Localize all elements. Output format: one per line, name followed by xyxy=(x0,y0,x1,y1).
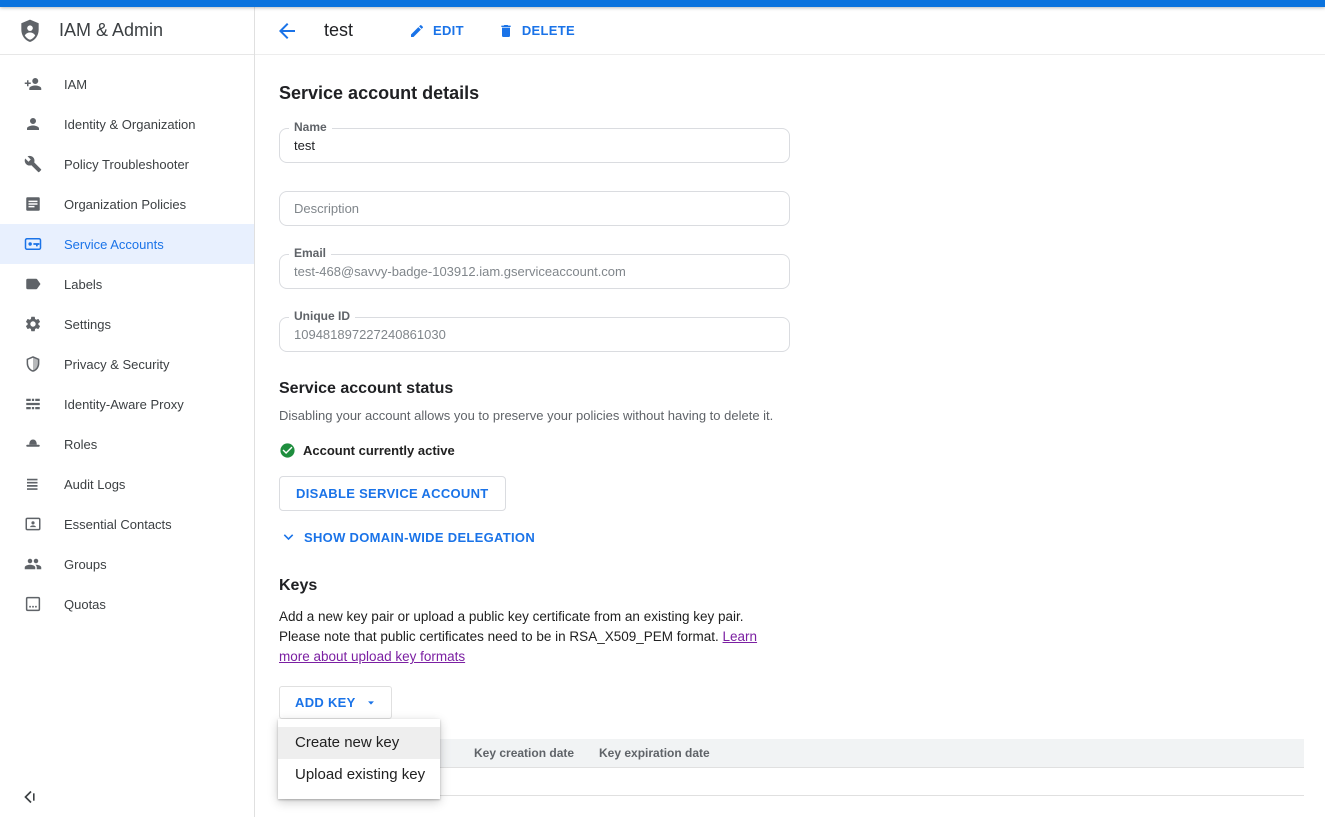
quota-box-icon xyxy=(24,595,42,613)
sidebar-item-label: Organization Policies xyxy=(64,197,186,212)
sidebar-item-groups[interactable]: Groups xyxy=(0,544,254,584)
layers-icon xyxy=(24,395,42,413)
sidebar-item-label: Settings xyxy=(64,317,111,332)
top-blue-bar xyxy=(0,0,1325,7)
shield-icon xyxy=(24,355,42,373)
sidebar-item-label: Groups xyxy=(64,557,107,572)
sidebar-item-label: Audit Logs xyxy=(64,477,125,492)
sidebar-item-service-accounts[interactable]: Service Accounts xyxy=(0,224,254,264)
description-input[interactable] xyxy=(280,201,789,216)
unique-id-input xyxy=(280,327,789,342)
menu-item-upload-existing-key[interactable]: Upload existing key xyxy=(278,759,440,791)
sidebar-item-labels[interactable]: Labels xyxy=(0,264,254,304)
sidebar-nav: IAM Identity & Organization Policy Troub… xyxy=(0,55,254,624)
name-field-label: Name xyxy=(289,120,332,134)
account-status-row: Account currently active xyxy=(279,442,1305,459)
label-tag-icon xyxy=(24,275,42,293)
sidebar-item-essential-contacts[interactable]: Essential Contacts xyxy=(0,504,254,544)
main-panel: test EDIT DELETE Service account details… xyxy=(255,7,1325,817)
sidebar-title: IAM & Admin xyxy=(59,20,163,41)
keys-description-text: Add a new key pair or upload a public ke… xyxy=(279,609,744,644)
sidebar-item-privacy-security[interactable]: Privacy & Security xyxy=(0,344,254,384)
sidebar-item-label: Labels xyxy=(64,277,102,292)
name-input[interactable] xyxy=(280,138,789,153)
sidebar-item-identity-organization[interactable]: Identity & Organization xyxy=(0,104,254,144)
key-creation-date-header: Key creation date xyxy=(474,746,599,760)
edit-button-label: EDIT xyxy=(433,23,464,38)
name-field: Name xyxy=(279,128,790,163)
list-lines-icon xyxy=(24,475,42,493)
page-content: Service account details Name Email Uniqu… xyxy=(255,55,1325,796)
menu-item-create-new-key[interactable]: Create new key xyxy=(278,727,440,759)
back-button[interactable] xyxy=(275,19,299,43)
keys-description: Add a new key pair or upload a public ke… xyxy=(279,607,776,667)
sidebar-item-label: Identity & Organization xyxy=(64,117,196,132)
hat-icon xyxy=(24,435,42,453)
sidebar: IAM & Admin IAM Identity & Organization … xyxy=(0,7,255,817)
email-input xyxy=(280,264,789,279)
add-key-button-label: ADD KEY xyxy=(295,695,356,710)
keys-heading: Keys xyxy=(279,577,1305,595)
sidebar-item-label: Privacy & Security xyxy=(64,357,169,372)
back-arrow-icon xyxy=(275,19,299,43)
add-key-dropdown-menu: Create new key Upload existing key xyxy=(278,719,440,799)
wrench-icon xyxy=(24,155,42,173)
pencil-icon xyxy=(409,23,425,39)
sidebar-item-quotas[interactable]: Quotas xyxy=(0,584,254,624)
trash-icon xyxy=(498,23,514,39)
iam-admin-shield-logo-icon xyxy=(17,18,43,44)
domain-wide-delegation-toggle[interactable]: SHOW DOMAIN-WIDE DELEGATION xyxy=(279,528,1305,547)
delegation-toggle-label: SHOW DOMAIN-WIDE DELEGATION xyxy=(304,530,535,545)
sidebar-header: IAM & Admin xyxy=(0,7,254,55)
status-description: Disabling your account allows you to pre… xyxy=(279,408,1305,423)
sidebar-item-label: Roles xyxy=(64,437,97,452)
details-heading: Service account details xyxy=(279,83,1305,104)
delete-button[interactable]: DELETE xyxy=(498,23,575,39)
page-title: test xyxy=(324,20,353,41)
sidebar-item-policy-troubleshooter[interactable]: Policy Troubleshooter xyxy=(0,144,254,184)
sidebar-item-label: Identity-Aware Proxy xyxy=(64,397,184,412)
collapse-sidebar-button[interactable] xyxy=(22,789,38,805)
sidebar-item-settings[interactable]: Settings xyxy=(0,304,254,344)
email-field: Email xyxy=(279,254,790,289)
account-active-label: Account currently active xyxy=(303,443,455,458)
status-heading: Service account status xyxy=(279,380,1305,398)
sidebar-item-iam[interactable]: IAM xyxy=(0,64,254,104)
sidebar-item-label: Quotas xyxy=(64,597,106,612)
check-circle-icon xyxy=(279,442,296,459)
document-lines-icon xyxy=(24,195,42,213)
collapse-sidebar-icon xyxy=(22,789,38,805)
people-icon xyxy=(24,555,42,573)
disable-service-account-button[interactable]: DISABLE SERVICE ACCOUNT xyxy=(279,476,506,511)
person-add-icon xyxy=(24,75,42,93)
sidebar-item-label: Essential Contacts xyxy=(64,517,172,532)
add-key-button[interactable]: ADD KEY xyxy=(279,686,392,719)
sidebar-item-audit-logs[interactable]: Audit Logs xyxy=(0,464,254,504)
sidebar-item-label: Service Accounts xyxy=(64,237,164,252)
unique-id-field: Unique ID xyxy=(279,317,790,352)
sidebar-item-roles[interactable]: Roles xyxy=(0,424,254,464)
service-account-icon xyxy=(24,235,42,253)
sidebar-item-organization-policies[interactable]: Organization Policies xyxy=(0,184,254,224)
page-toolbar: test EDIT DELETE xyxy=(255,7,1325,55)
contact-card-icon xyxy=(24,515,42,533)
sidebar-item-label: Policy Troubleshooter xyxy=(64,157,189,172)
caret-down-icon xyxy=(366,698,376,708)
add-key-area: ADD KEY Create new key Upload existing k… xyxy=(279,686,1305,719)
chevron-down-icon xyxy=(279,528,298,547)
delete-button-label: DELETE xyxy=(522,23,575,38)
key-expiration-date-header: Key expiration date xyxy=(599,746,710,760)
description-field xyxy=(279,191,790,226)
unique-id-field-label: Unique ID xyxy=(289,309,355,323)
gear-icon xyxy=(24,315,42,333)
email-field-label: Email xyxy=(289,246,331,260)
sidebar-item-identity-aware-proxy[interactable]: Identity-Aware Proxy xyxy=(0,384,254,424)
edit-button[interactable]: EDIT xyxy=(409,23,464,39)
person-icon xyxy=(24,115,42,133)
sidebar-item-label: IAM xyxy=(64,77,87,92)
